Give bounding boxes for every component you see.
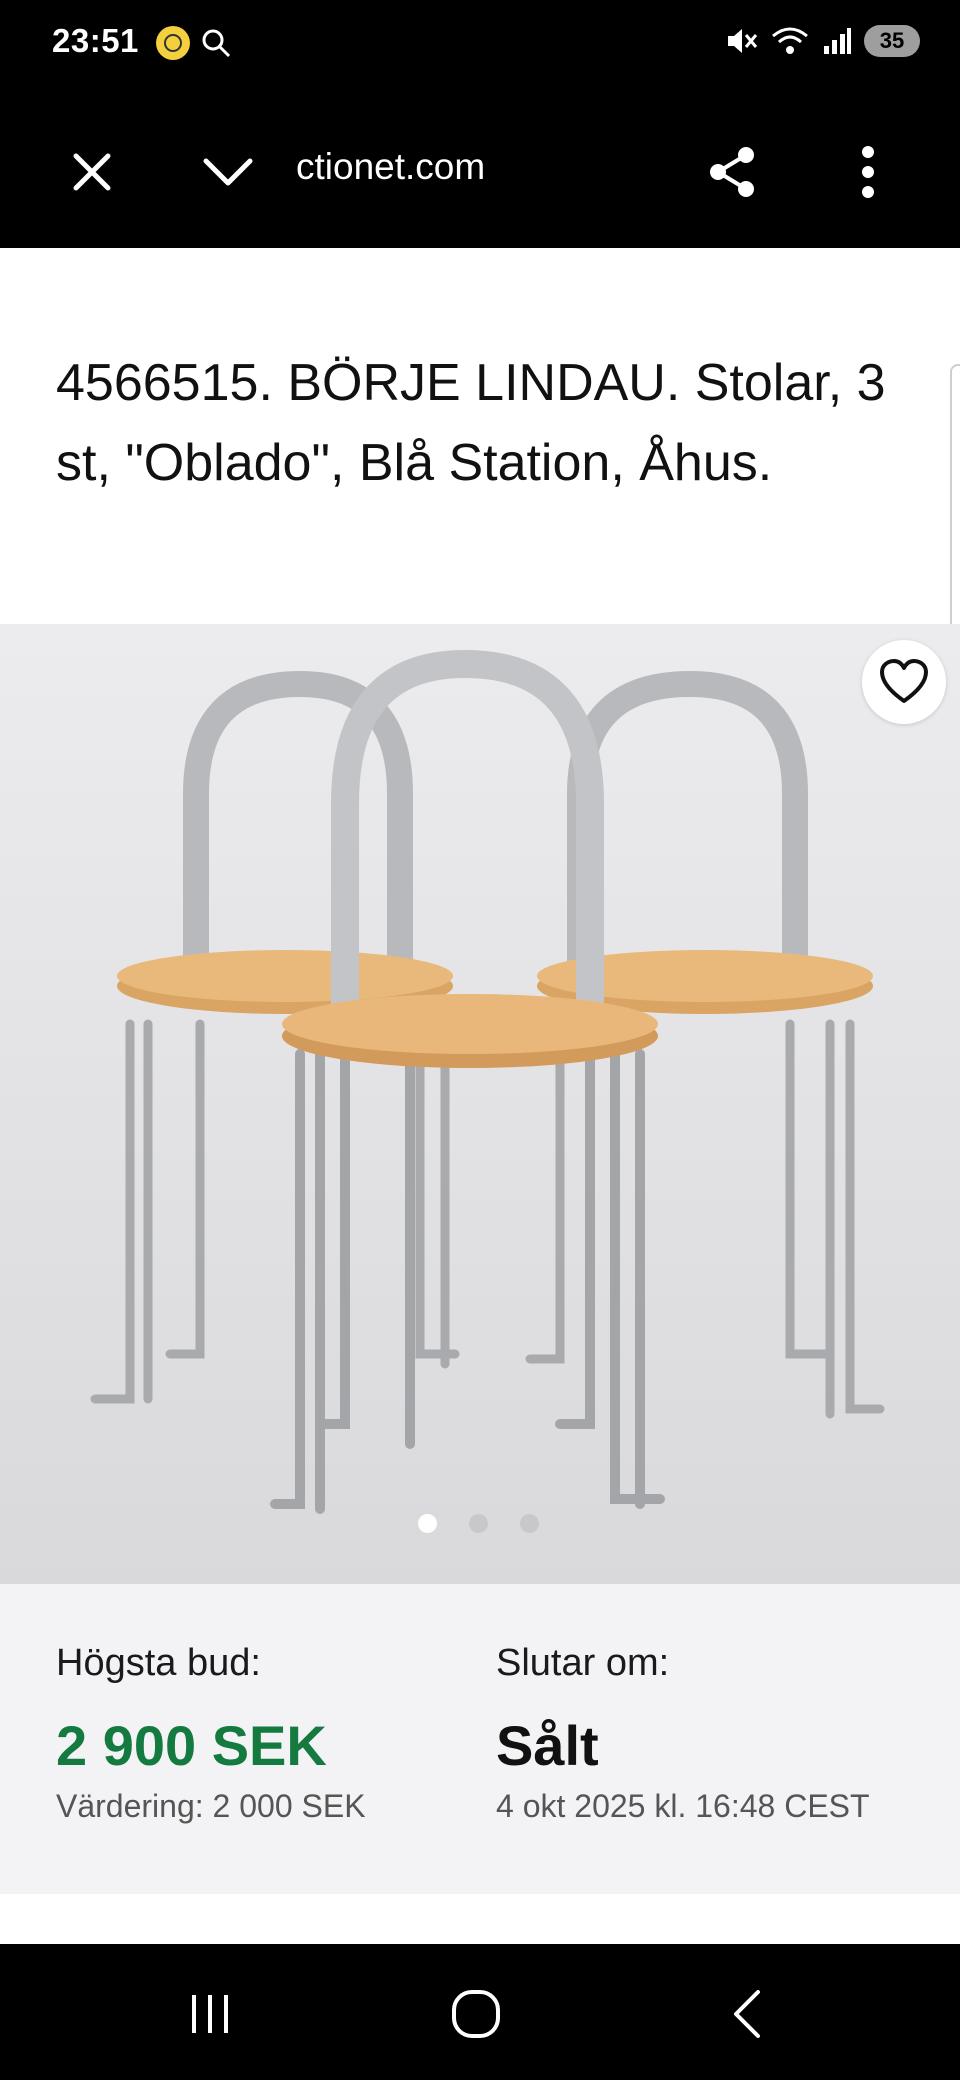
back-icon xyxy=(734,1990,760,2038)
share-button[interactable] xyxy=(688,136,776,208)
item-title: 4566515. BÖRJE LINDAU. Stolar, 3 st, "Ob… xyxy=(56,354,886,492)
highest-bid-value: 2 900 SEK xyxy=(56,1714,327,1777)
ends-column: Slutar om: Sålt 4 okt 2025 kl. 16:48 CES… xyxy=(496,1642,870,1825)
url-text[interactable]: ctionet.com xyxy=(296,146,556,188)
battery-indicator: 35 xyxy=(864,25,920,57)
bid-panel: Högsta bud: 2 900 SEK Värdering: 2 000 S… xyxy=(0,1584,960,1894)
app-notification-icon xyxy=(156,26,190,60)
search-icon xyxy=(202,29,231,58)
gallery-pagination xyxy=(418,1514,539,1533)
mute-icon xyxy=(728,29,758,53)
chairs-photo xyxy=(0,624,960,1584)
status-time: 23:51 xyxy=(52,22,139,59)
gallery-dot-3[interactable] xyxy=(520,1514,539,1533)
highest-bid-column: Högsta bud: 2 900 SEK Värdering: 2 000 S… xyxy=(56,1642,366,1825)
chevron-down-icon xyxy=(203,158,253,186)
signal-icon xyxy=(824,28,851,54)
minimize-button[interactable] xyxy=(184,136,272,208)
favorite-button[interactable] xyxy=(862,640,946,724)
highest-bid-label: Högsta bud: xyxy=(56,1642,261,1684)
home-icon xyxy=(452,1990,500,2038)
back-button[interactable] xyxy=(692,1974,802,2054)
share-icon xyxy=(710,147,754,197)
more-options-button[interactable] xyxy=(824,136,912,208)
home-button[interactable] xyxy=(421,1974,531,2054)
wifi-icon xyxy=(772,27,808,54)
status-icons-right: 35 xyxy=(724,24,920,58)
heart-icon xyxy=(880,659,928,703)
ends-label: Slutar om: xyxy=(496,1642,670,1684)
item-image[interactable] xyxy=(0,624,960,1584)
gallery-dot-2[interactable] xyxy=(469,1514,488,1533)
close-icon xyxy=(73,153,111,191)
status-icons-left xyxy=(154,24,232,62)
gallery-dot-1[interactable] xyxy=(418,1514,437,1533)
close-button[interactable] xyxy=(48,136,136,208)
status-bar: 23:51 35 xyxy=(0,0,960,88)
valuation-text: Värdering: 2 000 SEK xyxy=(56,1788,366,1824)
recent-apps-button[interactable] xyxy=(155,1974,265,2054)
ends-status: Sålt xyxy=(496,1714,599,1777)
recent-apps-icon xyxy=(192,1995,228,2033)
more-vert-icon xyxy=(862,146,874,198)
side-panel-handle[interactable] xyxy=(950,364,960,638)
ends-date: 4 okt 2025 kl. 16:48 CEST xyxy=(496,1788,870,1824)
system-nav-bar xyxy=(0,1944,960,2080)
browser-toolbar: ctionet.com xyxy=(0,88,960,248)
